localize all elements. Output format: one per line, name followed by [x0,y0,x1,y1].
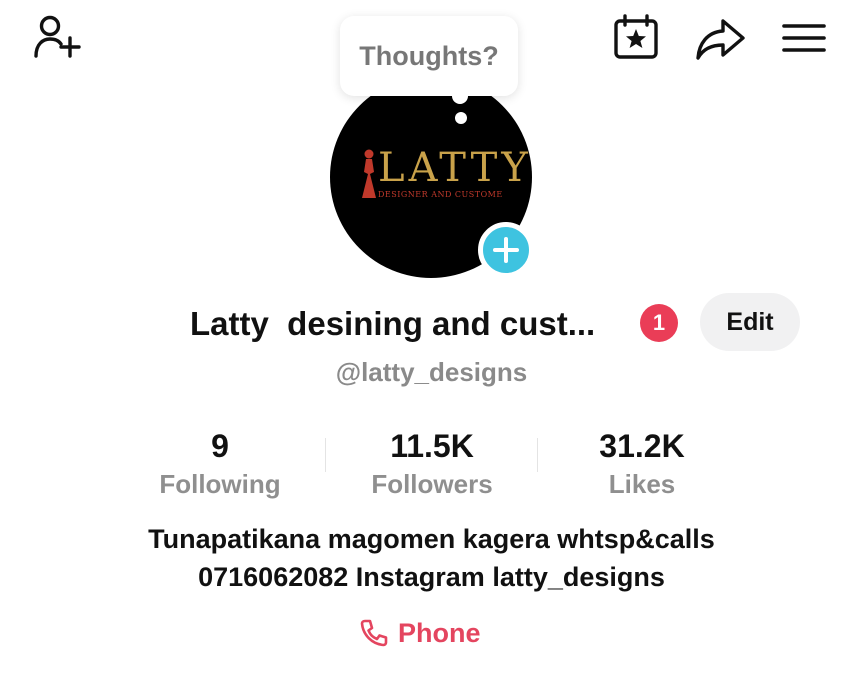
stat-following[interactable]: 9 Following [120,426,320,502]
phone-label: Phone [398,617,481,648]
stat-value: 31.2K [599,428,685,464]
bio-line: 0716062082 Instagram latty_designs [198,562,665,592]
bio-line: Tunapatikana magomen kagera whtsp&calls [148,524,715,554]
logo-text: LATTY [378,145,532,191]
figure-icon [362,149,376,198]
calendar-button[interactable] [608,12,664,62]
stat-label: Followers [371,469,493,499]
menu-button[interactable] [776,14,832,62]
username-handle: @latty_designs [335,357,528,387]
stat-label: Following [159,469,281,499]
phone-link[interactable]: Phone [358,612,508,654]
menu-icon [782,24,826,52]
calendar-star-icon [614,14,658,59]
notification-badge[interactable]: 1 [640,304,678,342]
plus-icon [493,237,519,263]
add-user-icon [34,15,81,58]
stat-divider [537,438,538,472]
share-icon [696,19,745,60]
profile-bio: Tunapatikana magomen kagera whtsp&calls … [0,520,863,596]
thoughts-bubble[interactable]: Thoughts? [340,16,518,96]
stat-value: 9 [211,428,229,464]
stat-divider [325,438,326,472]
phone-icon [360,619,388,647]
stat-followers[interactable]: 11.5K Followers [332,426,532,502]
edit-button[interactable]: Edit [700,293,800,351]
stat-likes[interactable]: 31.2K Likes [542,426,742,502]
add-story-button[interactable] [478,222,534,278]
share-button[interactable] [692,14,748,64]
stat-value: 11.5K [390,428,474,464]
stat-label: Likes [608,469,676,499]
profile-name: Latty desining and cust... [190,305,596,342]
bubble-dot [455,112,467,124]
logo-subtext: DESIGNER AND CUSTOME [378,190,503,199]
brand-logo: LATTY DESIGNER AND CUSTOME [358,144,528,204]
thoughts-text: Thoughts? [359,40,499,71]
add-user-button[interactable] [30,12,86,64]
